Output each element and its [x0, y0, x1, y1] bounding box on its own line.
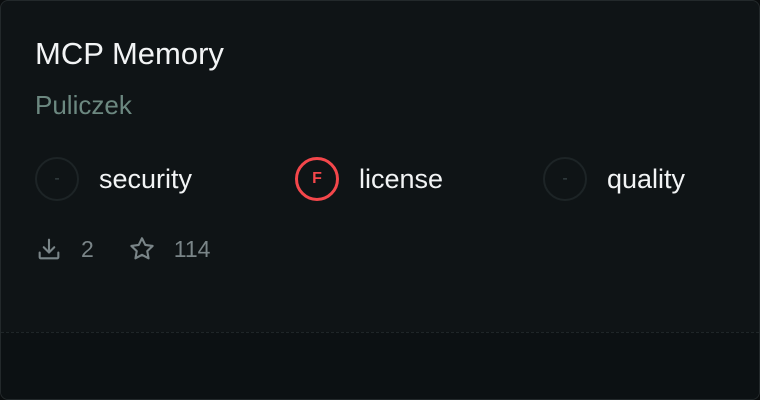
quality-score: - quality: [543, 155, 685, 203]
server-author[interactable]: Puliczek: [35, 89, 132, 121]
security-score: - security: [35, 155, 192, 203]
server-title[interactable]: MCP Memory: [35, 35, 224, 73]
downloads-count: 2: [81, 235, 94, 262]
quality-label: quality: [607, 163, 686, 194]
security-grade-badge: -: [35, 157, 79, 201]
downloads-stat: 2: [35, 235, 94, 263]
stars-stat: 114: [128, 235, 211, 263]
download-icon: [35, 235, 63, 263]
star-icon: [128, 235, 156, 263]
card-footer: [1, 332, 759, 399]
stats-row: 2 114: [35, 233, 244, 265]
server-card[interactable]: MCP Memory Puliczek - security F license…: [0, 0, 760, 400]
license-score: F license: [295, 155, 443, 203]
license-label: license: [359, 163, 444, 194]
security-label: security: [99, 163, 193, 194]
stars-count: 114: [173, 235, 211, 262]
quality-grade-badge: -: [543, 157, 587, 201]
license-grade-badge: F: [295, 157, 339, 201]
